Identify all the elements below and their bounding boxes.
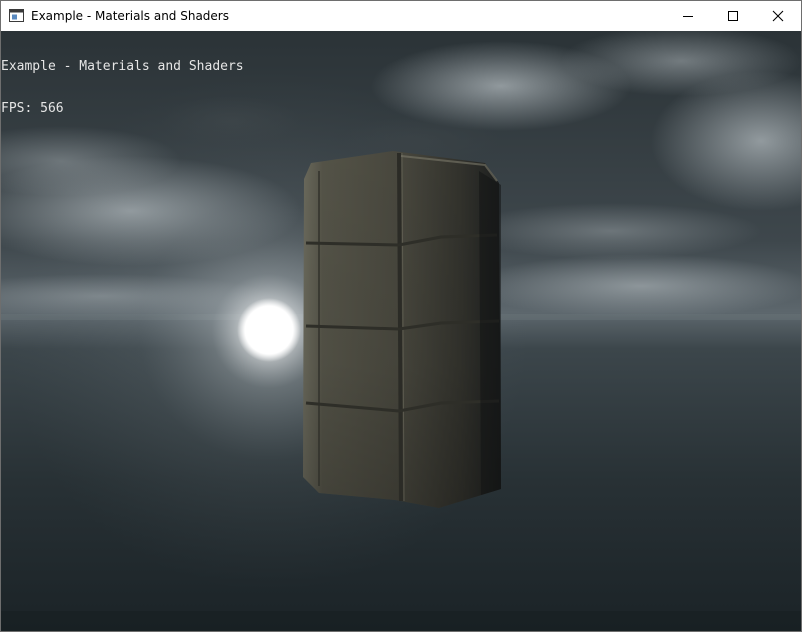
maximize-icon [728,11,738,21]
sun [237,298,301,362]
hud-title: Example - Materials and Shaders [1,59,244,74]
fps-counter: FPS: 566 [1,101,64,116]
title-bar[interactable]: Example - Materials and Shaders [1,1,801,31]
minimize-icon [683,16,693,17]
stone-pillar [303,151,501,508]
maximize-button[interactable] [710,1,756,31]
close-icon [772,10,784,22]
window-title: Example - Materials and Shaders [31,9,229,23]
close-button[interactable] [755,1,801,31]
app-window: Example - Materials and Shaders Example … [0,0,802,632]
application-window-icon [9,9,24,22]
render-viewport[interactable]: Example - Materials and Shaders FPS: 566 [1,31,801,631]
hud-overlay: Example - Materials and Shaders FPS: 566 [1,32,244,144]
minimize-button[interactable] [665,1,711,31]
